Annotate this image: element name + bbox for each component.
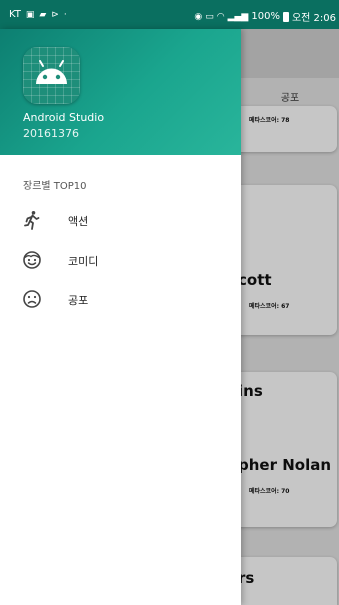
smile-icon — [23, 251, 41, 269]
image-notification-icon: ▣ — [25, 9, 35, 20]
section-title: 장르별 TOP10 — [23, 181, 87, 192]
battery-percent: 100% — [251, 11, 280, 22]
signal-icon: ▂▄▆ — [227, 11, 249, 22]
menu-item-label: 코미디 — [68, 255, 99, 268]
menu-item-label: 공포 — [68, 294, 89, 307]
menu-item-action[interactable]: 액션 — [0, 201, 241, 239]
battery-icon — [282, 11, 289, 22]
status-bar: KT ▣ ▰ ⊳ · ◉ ▭ ◠ ▂▄▆ 100% 오전 2:06 — [0, 0, 339, 29]
menu-item-label: 액션 — [68, 215, 89, 228]
menu-item-horror[interactable]: 공포 — [0, 280, 241, 318]
hd-voice-icon: ▭ — [205, 11, 214, 22]
wifi-icon: ◠ — [216, 11, 225, 22]
alarm-icon: ◉ — [194, 11, 203, 22]
drawer-header: Android Studio 20161376 — [0, 29, 241, 155]
carrier-label: KT — [9, 9, 21, 20]
user-id: 20161376 — [23, 127, 79, 140]
android-icon — [36, 60, 67, 84]
message-notification-icon: ▰ — [39, 9, 47, 20]
clock: 오전 2:06 — [291, 13, 336, 24]
app-name: Android Studio — [23, 111, 105, 124]
sad-face-icon — [23, 290, 41, 308]
navigation-drawer: Android Studio 20161376 장르별 TOP10 액션 코미디 — [0, 29, 241, 605]
menu-item-comedy[interactable]: 코미디 — [0, 241, 241, 279]
running-icon — [24, 211, 40, 230]
avatar — [23, 47, 80, 104]
dot-notification-icon: · — [63, 9, 67, 20]
media-notification-icon: ⊳ — [51, 9, 59, 20]
